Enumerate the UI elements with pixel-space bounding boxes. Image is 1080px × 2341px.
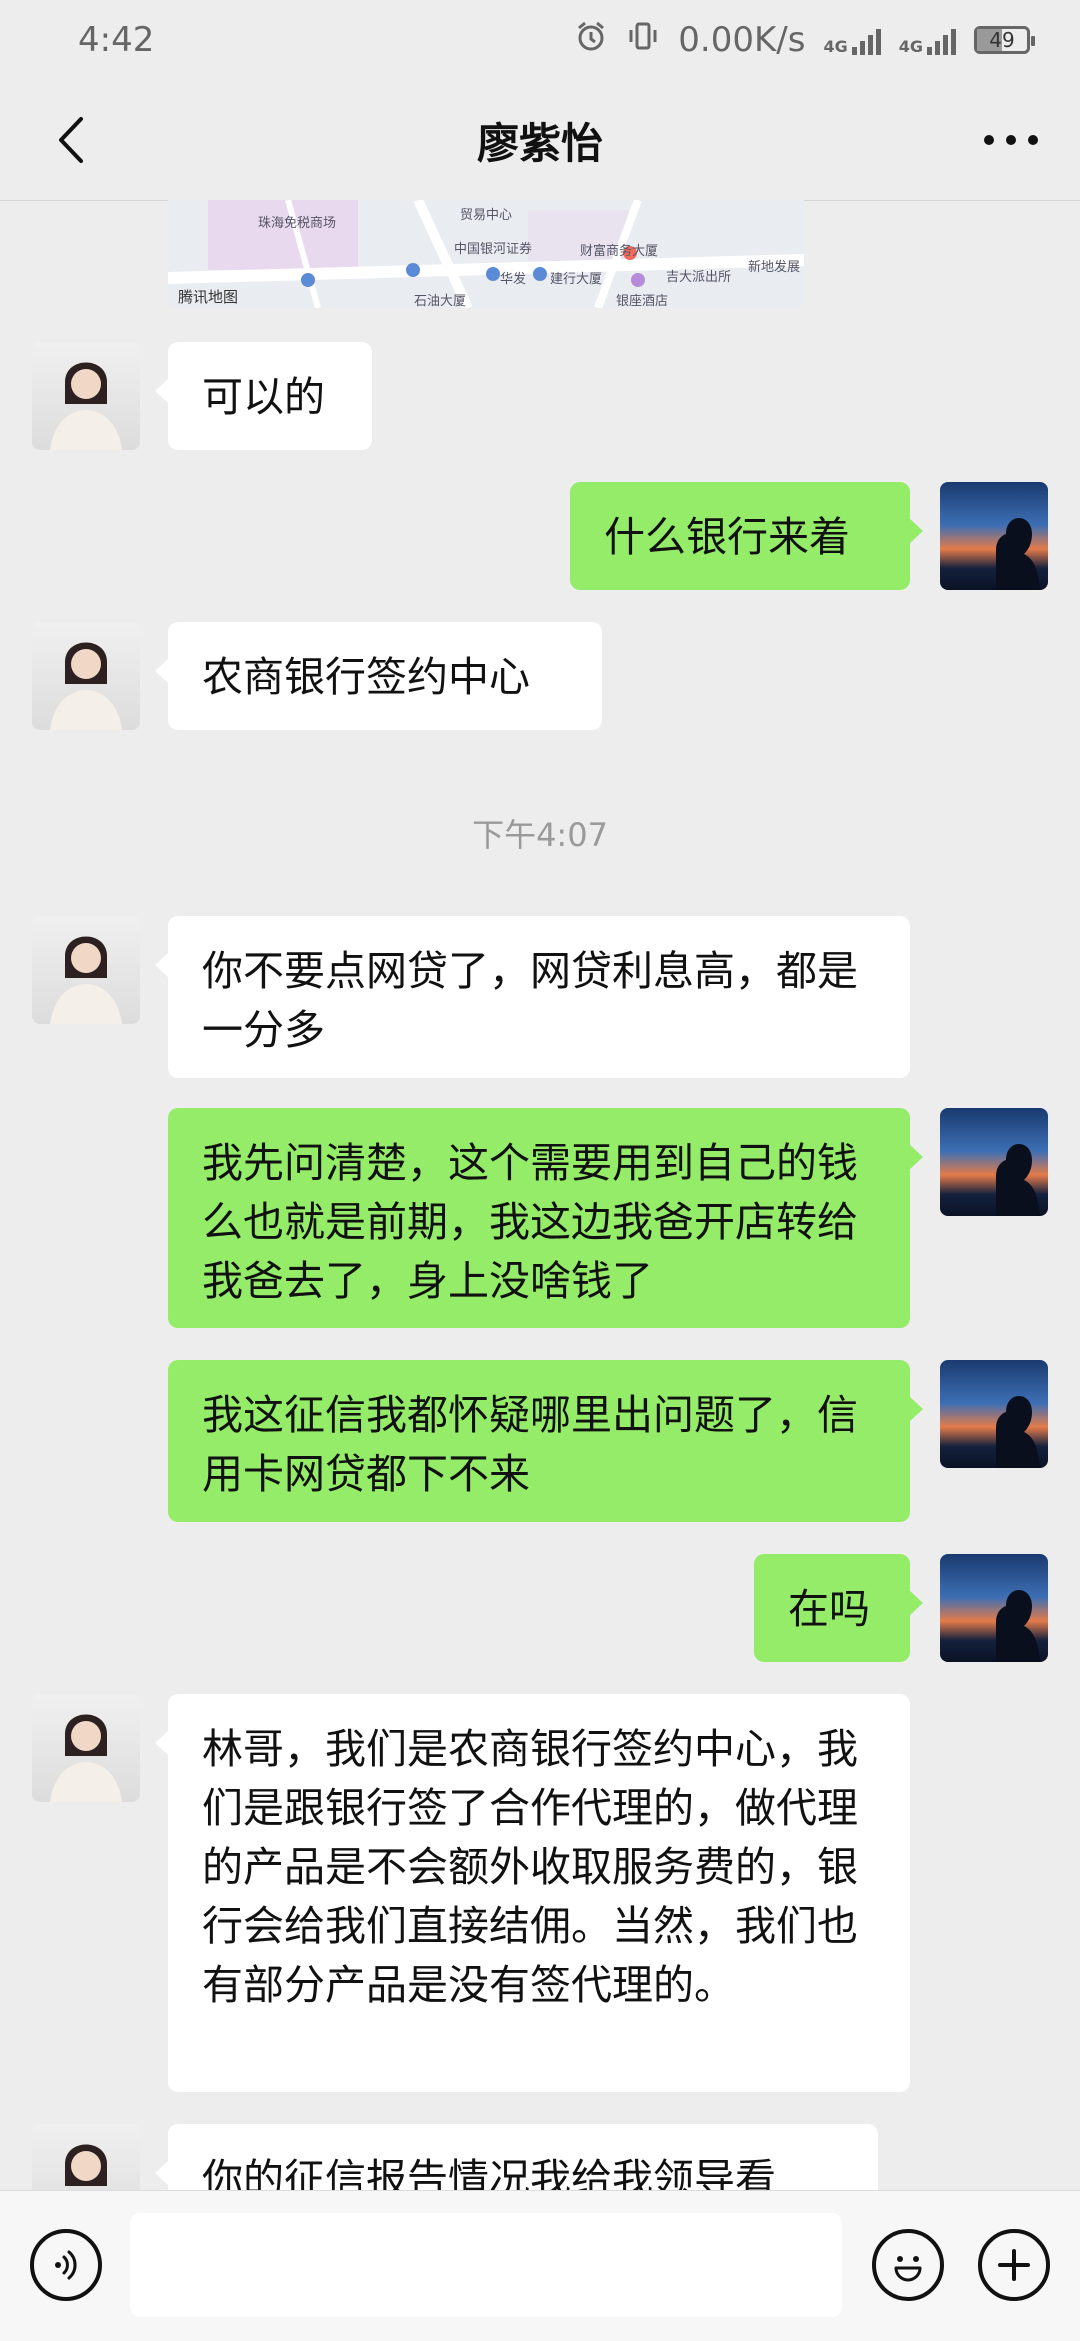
input-bar: [0, 2190, 1080, 2341]
emoji-icon: [894, 2256, 922, 2282]
message-bubble-incoming[interactable]: 你的征信报告情况我给我领导看: [155, 2124, 878, 2190]
map-label: 新地发展: [748, 260, 801, 275]
message-text: 你的征信报告情况我给我领导看: [202, 2155, 776, 2190]
contact-avatar[interactable]: [32, 622, 140, 730]
map-label: 珠海免税商场: [258, 216, 337, 231]
alarm-icon: [574, 19, 608, 62]
message-text: 可以的: [202, 373, 325, 421]
my-avatar[interactable]: [940, 482, 1048, 590]
contact-avatar[interactable]: [32, 916, 140, 1024]
map-label: 贸易中心: [460, 208, 513, 223]
status-bar: 4:42 0.00K/s 4G 4G 49: [0, 0, 1080, 80]
map-label: 银座酒店: [616, 294, 669, 308]
message-text: 你不要点网贷了，网贷利息高，都是一分多: [202, 947, 858, 1054]
map-label: 石油大厦: [414, 294, 467, 308]
message-timestamp: 下午4:07: [472, 816, 608, 854]
cell-signal-2: 4G: [899, 25, 956, 55]
voice-button[interactable]: [30, 2229, 102, 2301]
network-type-label: 4G: [898, 37, 923, 56]
emoji-button[interactable]: [872, 2229, 944, 2301]
signal-bars-icon: [927, 25, 956, 55]
map-label: 财富商务大厦: [580, 244, 659, 259]
map-label: 中国银河证券: [454, 242, 533, 257]
cell-signal-1: 4G: [823, 25, 881, 56]
message-bubble-incoming[interactable]: 农商银行签约中心: [155, 622, 602, 730]
my-avatar[interactable]: [940, 1108, 1048, 1216]
message-bubble-outgoing[interactable]: 什么银行来着: [570, 482, 923, 590]
more-dots-icon: [984, 135, 1038, 145]
contact-avatar[interactable]: [32, 342, 140, 450]
plus-button[interactable]: [978, 2229, 1050, 2301]
network-speed: 0.00K/s: [678, 20, 806, 60]
contact-avatar[interactable]: [32, 1694, 140, 1802]
message-input[interactable]: [130, 2213, 842, 2317]
message-text: 在吗: [788, 1585, 870, 1633]
message-text: 农商银行签约中心: [202, 653, 530, 701]
chevron-left-icon: [59, 117, 83, 163]
map-brand: 腾讯地图: [178, 288, 239, 306]
status-icons: 0.00K/s 4G 4G 49: [574, 19, 1035, 62]
back-button[interactable]: [30, 100, 110, 180]
map-label: 吉大派出所: [666, 270, 732, 285]
my-avatar[interactable]: [940, 1554, 1048, 1662]
map-label: 华发: [500, 272, 527, 287]
message-bubble-outgoing[interactable]: 我先问清楚，这个需要用到自己的钱么也就是前期，我这边我爸开店转给我爸去了，身上没…: [168, 1108, 923, 1328]
message-text: 什么银行来着: [604, 513, 850, 561]
status-time: 4:42: [78, 20, 155, 60]
message-bubble-incoming[interactable]: 可以的: [155, 342, 372, 450]
more-button[interactable]: [966, 100, 1056, 180]
network-type-label: 4G: [823, 37, 848, 56]
chat-header: 廖紫怡: [0, 80, 1080, 201]
message-text: 我先问清楚，这个需要用到自己的钱么也就是前期，我这边我爸开店转给我爸去了，身上没…: [202, 1139, 858, 1305]
voice-icon: [55, 2250, 77, 2280]
message-text: 我这征信我都怀疑哪里出问题了，信用卡网贷都下不来: [202, 1391, 858, 1498]
vibrate-icon: [626, 19, 660, 62]
message-bubble-outgoing[interactable]: 在吗: [754, 1554, 923, 1662]
chat-title: 廖紫怡: [476, 118, 603, 168]
contact-avatar[interactable]: [32, 2124, 140, 2190]
message-list[interactable]: 珠海免税商场 贸易中心 中国银河证券 财富商务大厦 华发 建行大厦 石油大厦 银…: [0, 200, 1080, 2190]
my-avatar[interactable]: [940, 1360, 1048, 1468]
plus-icon: [998, 2249, 1030, 2281]
signal-bars-icon: [851, 25, 881, 55]
battery-level: 49: [989, 28, 1015, 52]
location-map-card[interactable]: 珠海免税商场 贸易中心 中国银河证券 财富商务大厦 华发 建行大厦 石油大厦 银…: [168, 200, 804, 308]
message-bubble-incoming[interactable]: 你不要点网贷了，网贷利息高，都是一分多: [155, 916, 910, 1078]
message-text: 林哥，我们是农商银行签约中心，我们是跟银行签了合作代理的，做代理的产品是不会额外…: [202, 1725, 858, 2009]
message-bubble-incoming[interactable]: 林哥，我们是农商银行签约中心，我们是跟银行签了合作代理的，做代理的产品是不会额外…: [155, 1694, 910, 2092]
map-label: 建行大厦: [550, 272, 603, 287]
message-bubble-outgoing[interactable]: 我这征信我都怀疑哪里出问题了，信用卡网贷都下不来: [168, 1360, 923, 1522]
battery-icon: 49: [974, 26, 1035, 54]
